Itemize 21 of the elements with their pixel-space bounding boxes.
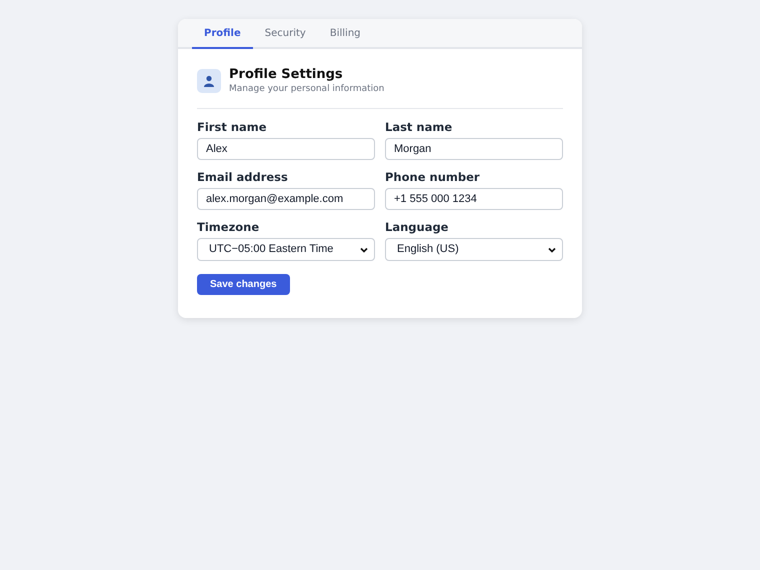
select-field[interactable]: English (US) [385,238,563,261]
field-label: Phone number [385,170,481,184]
field-label: Timezone [197,220,260,234]
input-field[interactable]: +1 555 000 1234 [385,188,563,210]
tab[interactable]: Security [252,19,318,49]
input-field[interactable]: Morgan [385,138,563,160]
save-button[interactable]: Save changes [197,274,290,295]
select-field[interactable]: UTC−05:00 Eastern Time [197,238,375,261]
chevron-down-icon [548,246,556,252]
field-label: Last name [385,120,454,134]
field-label: Email address [197,170,289,184]
field-label: First name [197,120,268,134]
input-field[interactable]: alex.morgan@example.com [197,188,375,210]
page-title: Profile Settings [229,67,344,83]
user-icon [203,75,215,87]
chevron-down-icon [360,246,368,252]
tab[interactable]: Profile [192,19,253,49]
tab[interactable]: Billing [318,19,373,49]
page-subtitle: Manage your personal information [229,83,384,95]
input-field[interactable]: Alex [197,138,375,160]
field-label: Language [385,220,450,234]
